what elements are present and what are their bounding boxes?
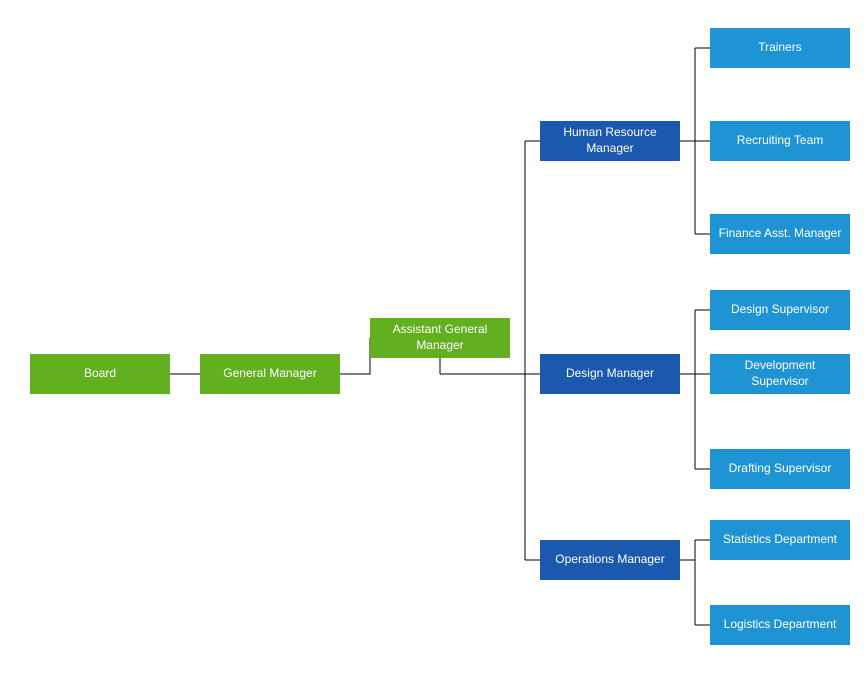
node-statistics-department[interactable]: Statistics Department (710, 520, 850, 560)
node-label: Finance Asst. Manager (719, 226, 842, 242)
node-label: Development Supervisor (716, 358, 844, 389)
node-label: Design Manager (566, 366, 654, 382)
node-operations-manager[interactable]: Operations Manager (540, 540, 680, 580)
node-logistics-department[interactable]: Logistics Department (710, 605, 850, 645)
node-label: Operations Manager (555, 552, 664, 568)
node-development-supervisor[interactable]: Development Supervisor (710, 354, 850, 394)
node-recruiting-team[interactable]: Recruiting Team (710, 121, 850, 161)
node-assistant-general-manager[interactable]: Assistant General Manager (370, 318, 510, 358)
node-label: Recruiting Team (737, 133, 823, 149)
node-general-manager[interactable]: General Manager (200, 354, 340, 394)
node-label: Statistics Department (723, 532, 837, 548)
node-finance-asst-manager[interactable]: Finance Asst. Manager (710, 214, 850, 254)
node-board[interactable]: Board (30, 354, 170, 394)
node-design-supervisor[interactable]: Design Supervisor (710, 290, 850, 330)
node-label: Assistant General Manager (376, 322, 504, 353)
node-label: Human Resource Manager (546, 125, 674, 156)
node-label: Trainers (758, 40, 802, 56)
node-design-manager[interactable]: Design Manager (540, 354, 680, 394)
node-label: Design Supervisor (731, 302, 829, 318)
node-label: Logistics Department (724, 617, 837, 633)
node-label: Drafting Supervisor (729, 461, 832, 477)
node-label: General Manager (223, 366, 316, 382)
node-hr-manager[interactable]: Human Resource Manager (540, 121, 680, 161)
node-drafting-supervisor[interactable]: Drafting Supervisor (710, 449, 850, 489)
node-label: Board (84, 366, 116, 382)
node-trainers[interactable]: Trainers (710, 28, 850, 68)
